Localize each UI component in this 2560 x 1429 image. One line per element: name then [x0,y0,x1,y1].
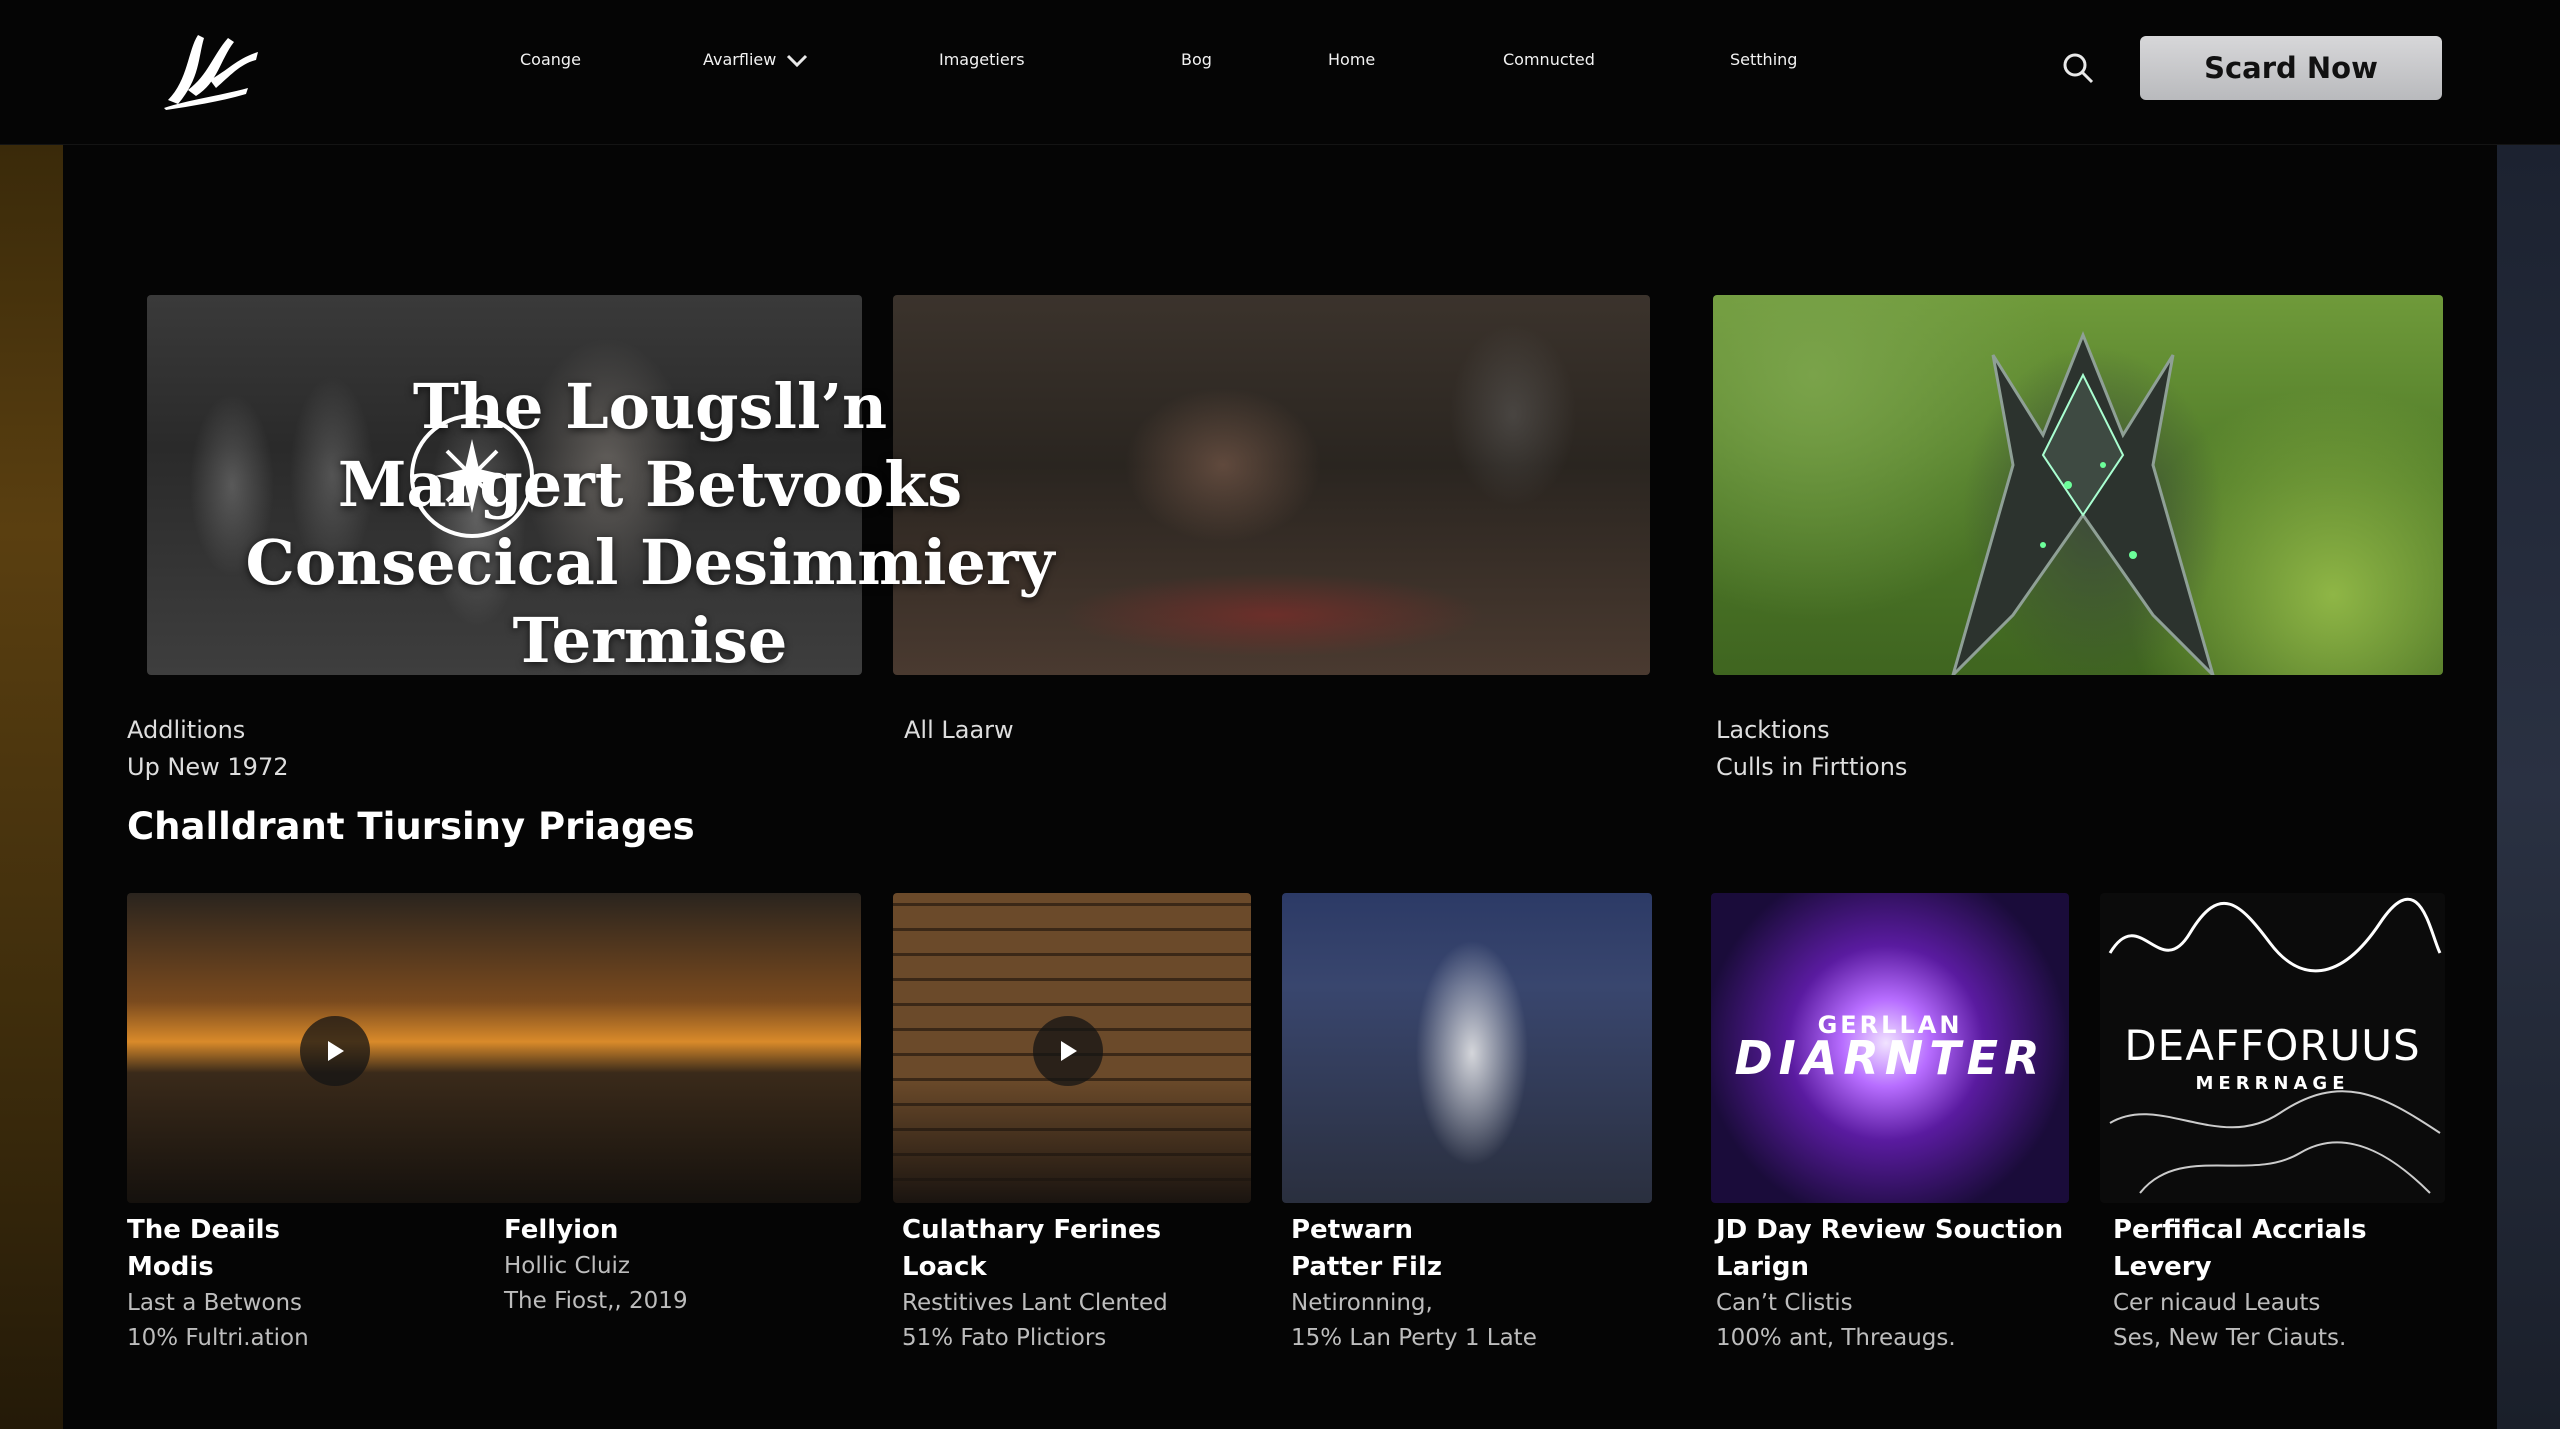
nav-item-setthing[interactable]: Setthing [1730,50,1797,69]
tile-caption-5: JD Day Review Souction Larign Can’t Clis… [1716,1212,2063,1356]
tile-caption-2: Fellyion Hollic Cluiz The Fiost,, 2019 [504,1212,688,1319]
tile-caption-4: Petwarn Patter Filz Netironning, 15% Lan… [1291,1212,1537,1356]
hero-title-line: Consecical Desimmiery Termise [245,526,1055,677]
video-tile-4[interactable]: GERLLAN DIARNTER [1711,893,2069,1203]
caption-line: Addlitions [127,716,246,744]
tile-meta: 10% Fultri.ation [127,1325,309,1351]
left-edge-strip [0,144,63,1429]
play-icon[interactable] [1033,1016,1103,1086]
hero-caption-1: Addlitions Up New 1972 [127,712,288,786]
video-tile-1[interactable] [127,893,861,1203]
tile-caption-6: Perfifical Accrials Levery Cer nicaud Le… [2113,1212,2367,1356]
tile-subtitle: Patter Filz [1291,1252,1442,1282]
hero-title: The Lougsll’n Margert Betvooks Consecica… [215,368,1085,680]
caption-line: Lacktions [1716,716,1830,744]
section-title: Challdrant Tiursiny Priages [127,805,695,848]
hero-title-line: Margert Betvooks [337,448,963,521]
nav-label: Avarfliew [703,50,777,69]
tile-subtitle: Larign [1716,1252,1809,1282]
tile-title: Petwarn [1291,1215,1414,1245]
chevron-down-icon [787,54,808,67]
tile-meta: Netironning, [1291,1290,1433,1316]
creature-illustration [1951,330,2215,675]
hero-title-line: The Lougsll’n [412,370,888,443]
right-edge-strip [2497,144,2560,1429]
tile-caption-3: Culathary Ferines Loack Restitives Lant … [902,1212,1168,1356]
logo-icon[interactable] [158,30,262,110]
caption-line: Up New 1972 [127,753,289,781]
hero-caption-3: Lacktions Culls in Firttions [1716,712,1907,786]
nav-label: Setthing [1730,50,1798,69]
search-icon[interactable] [2060,50,2096,86]
tile-meta: 15% Lan Perty 1 Late [1291,1325,1537,1351]
tile-title: The Deails [127,1215,280,1245]
nav-label: Bog [1181,50,1212,69]
nav-label: Coange [520,50,581,69]
tile-meta: 100% ant, Threaugs. [1716,1325,1956,1351]
emblem-icon [410,414,534,538]
nav-label: Comnucted [1503,50,1595,69]
nav-item-coange[interactable]: Coange [520,50,581,69]
top-navigation: Coange Avarfliew Imagetiers Bog Home Com… [0,0,2560,145]
video-tile-2[interactable] [893,893,1251,1203]
tile-caption-1: The Deails Modis Last a Betwons 10% Fult… [127,1212,309,1356]
tile-subtitle: Loack [902,1252,987,1282]
tile-meta: Restitives Lant Clented [902,1290,1168,1316]
scard-now-button[interactable]: Scard Now [2140,36,2442,100]
tile-meta: Can’t Clistis [1716,1290,1853,1316]
nav-item-imagetiers[interactable]: Imagetiers [939,50,1025,69]
tile-title: Fellyion [504,1215,619,1245]
nav-item-home[interactable]: Home [1328,50,1375,69]
tile-brand-small: MERRNAGE [2195,1073,2350,1094]
video-tile-5[interactable]: DEAFFORUUS MERRNAGE [2100,893,2445,1203]
caption-line: Culls in Firttions [1716,753,1908,781]
hero-caption-2: All Laarw [904,712,1014,749]
hero-card-3[interactable] [1713,295,2443,675]
nav-item-avarfliew[interactable]: Avarfliew [703,50,808,69]
tile-meta: 51% Fato Plictiors [902,1325,1107,1351]
video-tile-3[interactable] [1282,893,1652,1203]
tile-brand-big: DEAFFORUUS [2124,1021,2421,1070]
tile-meta: Hollic Cluiz [504,1253,630,1279]
play-icon[interactable] [300,1016,370,1086]
tile-brand-big: DIARNTER [1734,1031,2046,1085]
tile-meta: The Fiost,, 2019 [504,1288,688,1314]
nav-item-bog[interactable]: Bog [1181,50,1212,69]
caption-line: All Laarw [904,716,1014,744]
nav-label: Imagetiers [939,50,1025,69]
nav-label: Home [1328,50,1376,69]
tile-meta: Ses, New Ter Ciauts. [2113,1325,2347,1351]
tile-meta: Cer nicaud Leauts [2113,1290,2321,1316]
tile-title: JD Day Review Souction [1716,1215,2064,1245]
tile-subtitle: Modis [127,1252,214,1282]
tile-title: Culathary Ferines [902,1215,1162,1245]
nav-item-comnucted[interactable]: Comnucted [1503,50,1595,69]
tile-meta: Last a Betwons [127,1290,303,1316]
tile-title: Perfifical Accrials [2113,1215,2367,1245]
tile-subtitle: Levery [2113,1252,2212,1282]
